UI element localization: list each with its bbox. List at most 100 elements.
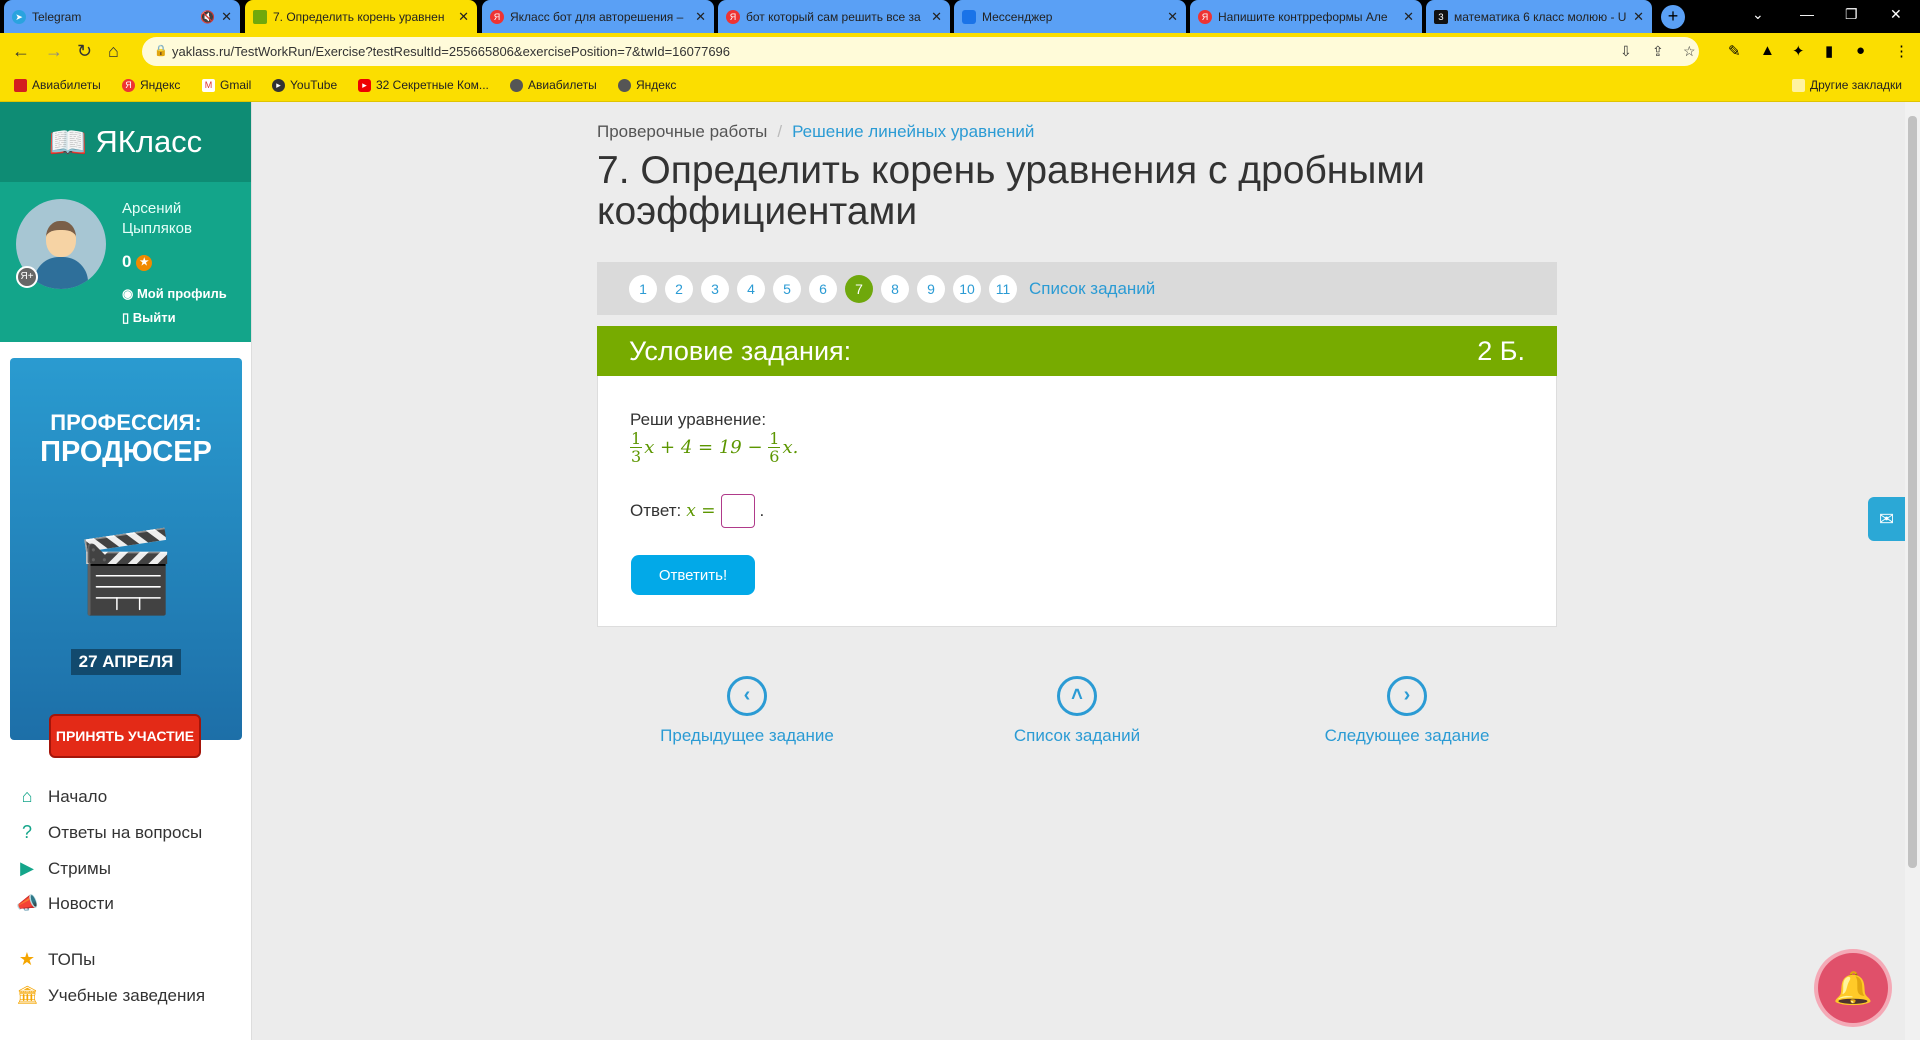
breadcrumb-topic[interactable]: Решение линейных уравнений — [792, 122, 1034, 141]
tab-yandex-2[interactable]: Ябот который сам решить все за ✕ — [718, 0, 950, 33]
bell-icon: 🔔 — [1833, 970, 1873, 1006]
new-tab-button[interactable]: + — [1661, 5, 1685, 29]
sidebar-item-answers[interactable]: ? Ответы на вопросы — [16, 822, 202, 843]
url-text: yaklass.ru/TestWorkRun/Exercise?testResu… — [172, 44, 731, 59]
tab-telegram[interactable]: ➤ Telegram 🔇 ✕ — [4, 0, 240, 33]
gmail-icon: M — [202, 78, 215, 92]
task-list-bottom-link[interactable]: ˄ Список заданий — [967, 676, 1187, 746]
other-bookmarks[interactable]: Другие закладки — [1792, 78, 1902, 92]
restore-icon[interactable]: ❐ — [1845, 6, 1858, 23]
page-6[interactable]: 6 — [809, 274, 837, 303]
address-bar[interactable]: 🔒 yaklass.ru/TestWorkRun/Exercise?testRes… — [142, 37, 1699, 66]
tab-math[interactable]: Зматематика 6 класс молюю - U ✕ — [1426, 0, 1652, 33]
folder-icon — [1792, 78, 1805, 92]
user-score: 0 ★ — [122, 252, 153, 272]
bookmark-gmail[interactable]: M Gmail — [202, 78, 251, 92]
bookmark-secrets[interactable]: ▸ 32 Секретные Ком... — [358, 78, 489, 92]
home-icon[interactable]: ⌂ — [108, 41, 119, 62]
tab-bar: ➤ Telegram 🔇 ✕ 7. Определить корень уравнен… — [0, 0, 1920, 33]
minimize-icon[interactable]: — — [1800, 6, 1814, 22]
close-tab-icon[interactable]: ✕ — [1403, 9, 1414, 25]
page-10[interactable]: 10 — [953, 274, 981, 303]
close-tab-icon[interactable]: ✕ — [221, 9, 232, 25]
my-profile-link[interactable]: ◉ Мой профиль — [122, 286, 227, 302]
profile-avatar-icon[interactable]: ● — [1856, 42, 1865, 59]
answer-input[interactable] — [720, 494, 755, 528]
page-scrollbar[interactable] — [1905, 102, 1920, 1040]
sidebar-item-news[interactable]: 📣 Новости — [16, 893, 114, 914]
page-11[interactable]: 11 — [989, 274, 1017, 303]
page-title: 7. Определить корень уравнения с дробным… — [597, 149, 1425, 233]
bookmark-yandex[interactable]: Я Яндекс — [122, 78, 180, 92]
tab-yandex-1[interactable]: Я Якласс бот для авторешения – ✕ — [482, 0, 714, 33]
yandex-icon: Я — [726, 9, 740, 24]
reload-icon[interactable]: ↻ — [77, 41, 92, 62]
scrollbar-thumb[interactable] — [1908, 116, 1917, 868]
ya-plus-badge: Я+ — [16, 266, 38, 288]
close-window-icon[interactable]: ✕ — [1890, 6, 1902, 23]
page-2[interactable]: 2 — [665, 274, 693, 303]
close-tab-icon[interactable]: ✕ — [1167, 9, 1178, 25]
bookmark-aviabilety[interactable]: Авиабилеты — [14, 78, 101, 92]
mute-icon[interactable]: 🔇 — [200, 10, 215, 24]
ad-banner[interactable]: ПРОФЕССИЯ: ПРОДЮСЕР 🎬 27 АПРЕЛЯ ПРИНЯТЬ … — [10, 358, 242, 758]
tab-messenger[interactable]: Мессенджер ✕ — [954, 0, 1186, 33]
menu-icon[interactable]: ⋮ — [1894, 42, 1909, 60]
bookmark-youtube[interactable]: ▸ YouTube — [272, 78, 337, 92]
task-list-link[interactable]: Список заданий — [1029, 279, 1155, 299]
youtube-icon: ▸ — [272, 78, 285, 92]
close-tab-icon[interactable]: ✕ — [1633, 9, 1644, 25]
page-7-current[interactable]: 7 — [845, 274, 873, 303]
condition-header: Условие задания: 2 Б. — [597, 326, 1557, 376]
megaphone-icon: 📣 — [16, 893, 39, 913]
submit-answer-button[interactable]: Ответить! — [631, 555, 755, 595]
question-icon: ? — [21, 822, 32, 842]
tab-yandex-3[interactable]: Я Напишите контрреформы Але ✕ — [1190, 0, 1422, 33]
prev-task-link[interactable]: ‹ Предыдущее задание — [637, 676, 857, 746]
forward-icon[interactable]: → — [45, 41, 63, 62]
bookmark-star-icon[interactable]: ☆ — [1683, 37, 1696, 66]
envelope-icon: ✉ — [1878, 509, 1895, 529]
user-profile: Я+ Арсений Цыпляков 0 ★ ◉ Мой профиль ▯ … — [0, 182, 251, 342]
yandex-icon: Я — [122, 78, 135, 92]
page-1[interactable]: 1 — [629, 274, 657, 303]
sidebar-item-tops[interactable]: ★ ТОПы — [16, 949, 95, 970]
tab-yaklass[interactable]: 7. Определить корень уравнен ✕ — [245, 0, 477, 33]
user-name: Арсений Цыпляков — [122, 200, 192, 237]
page-5[interactable]: 5 — [773, 274, 801, 303]
ad-cta-button[interactable]: ПРИНЯТЬ УЧАСТИЕ — [49, 714, 201, 758]
chevron-left-icon: ‹ — [727, 676, 767, 716]
page-9[interactable]: 9 — [917, 274, 945, 303]
page-3[interactable]: 3 — [701, 274, 729, 303]
install-icon[interactable]: ⇩ — [1620, 37, 1632, 66]
next-task-link[interactable]: › Следующее задание — [1297, 676, 1517, 746]
close-tab-icon[interactable]: ✕ — [695, 9, 706, 25]
yaklass-logo[interactable]: 📖 ЯКласс — [0, 102, 251, 182]
share-icon[interactable]: ⇪ — [1652, 37, 1664, 66]
tab-search-icon[interactable]: ⌄ — [1752, 6, 1764, 23]
bookmark-aviabilety-2[interactable]: Авиабилеты — [510, 78, 597, 92]
extensions-puzzle-icon[interactable]: ✦ — [1792, 42, 1805, 60]
page-4[interactable]: 4 — [737, 274, 765, 303]
institution-icon: 🏛 — [16, 985, 39, 1005]
page-8[interactable]: 8 — [881, 274, 909, 303]
browser-toolbar: ← → ↻ ⌂ 🔒 yaklass.ru/TestWorkRun/Exercise… — [0, 33, 1920, 70]
logout-link[interactable]: ▯ Выйти — [122, 310, 176, 326]
close-tab-icon[interactable]: ✕ — [931, 9, 942, 25]
extension-icon[interactable]: ▲ — [1760, 42, 1775, 59]
bookmark-yandex-2[interactable]: Яндекс — [618, 78, 676, 92]
breadcrumb: Проверочные работы / Решение линейных урав… — [597, 122, 1035, 141]
feedback-mail-button[interactable]: ✉ — [1868, 497, 1905, 541]
breadcrumb-tests[interactable]: Проверочные работы — [597, 122, 767, 141]
close-tab-icon[interactable]: ✕ — [458, 9, 469, 25]
back-icon[interactable]: ← — [12, 41, 30, 62]
sidebar-item-home[interactable]: ⌂ Начало — [16, 786, 108, 807]
sidebar-item-streams[interactable]: ▶ Стримы — [16, 858, 111, 879]
clapperboard-icon: 🎬 — [76, 527, 176, 616]
sidebar-item-institutions[interactable]: 🏛 Учебные заведения — [16, 985, 205, 1006]
notifications-bell-button[interactable]: 🔔 — [1818, 953, 1888, 1023]
sidepanel-icon[interactable]: ▮ — [1825, 42, 1833, 60]
book-icon: 📖 — [48, 124, 88, 160]
points-badge: 2 Б. — [1477, 336, 1525, 366]
extension-icon[interactable]: ✎ — [1728, 42, 1741, 60]
